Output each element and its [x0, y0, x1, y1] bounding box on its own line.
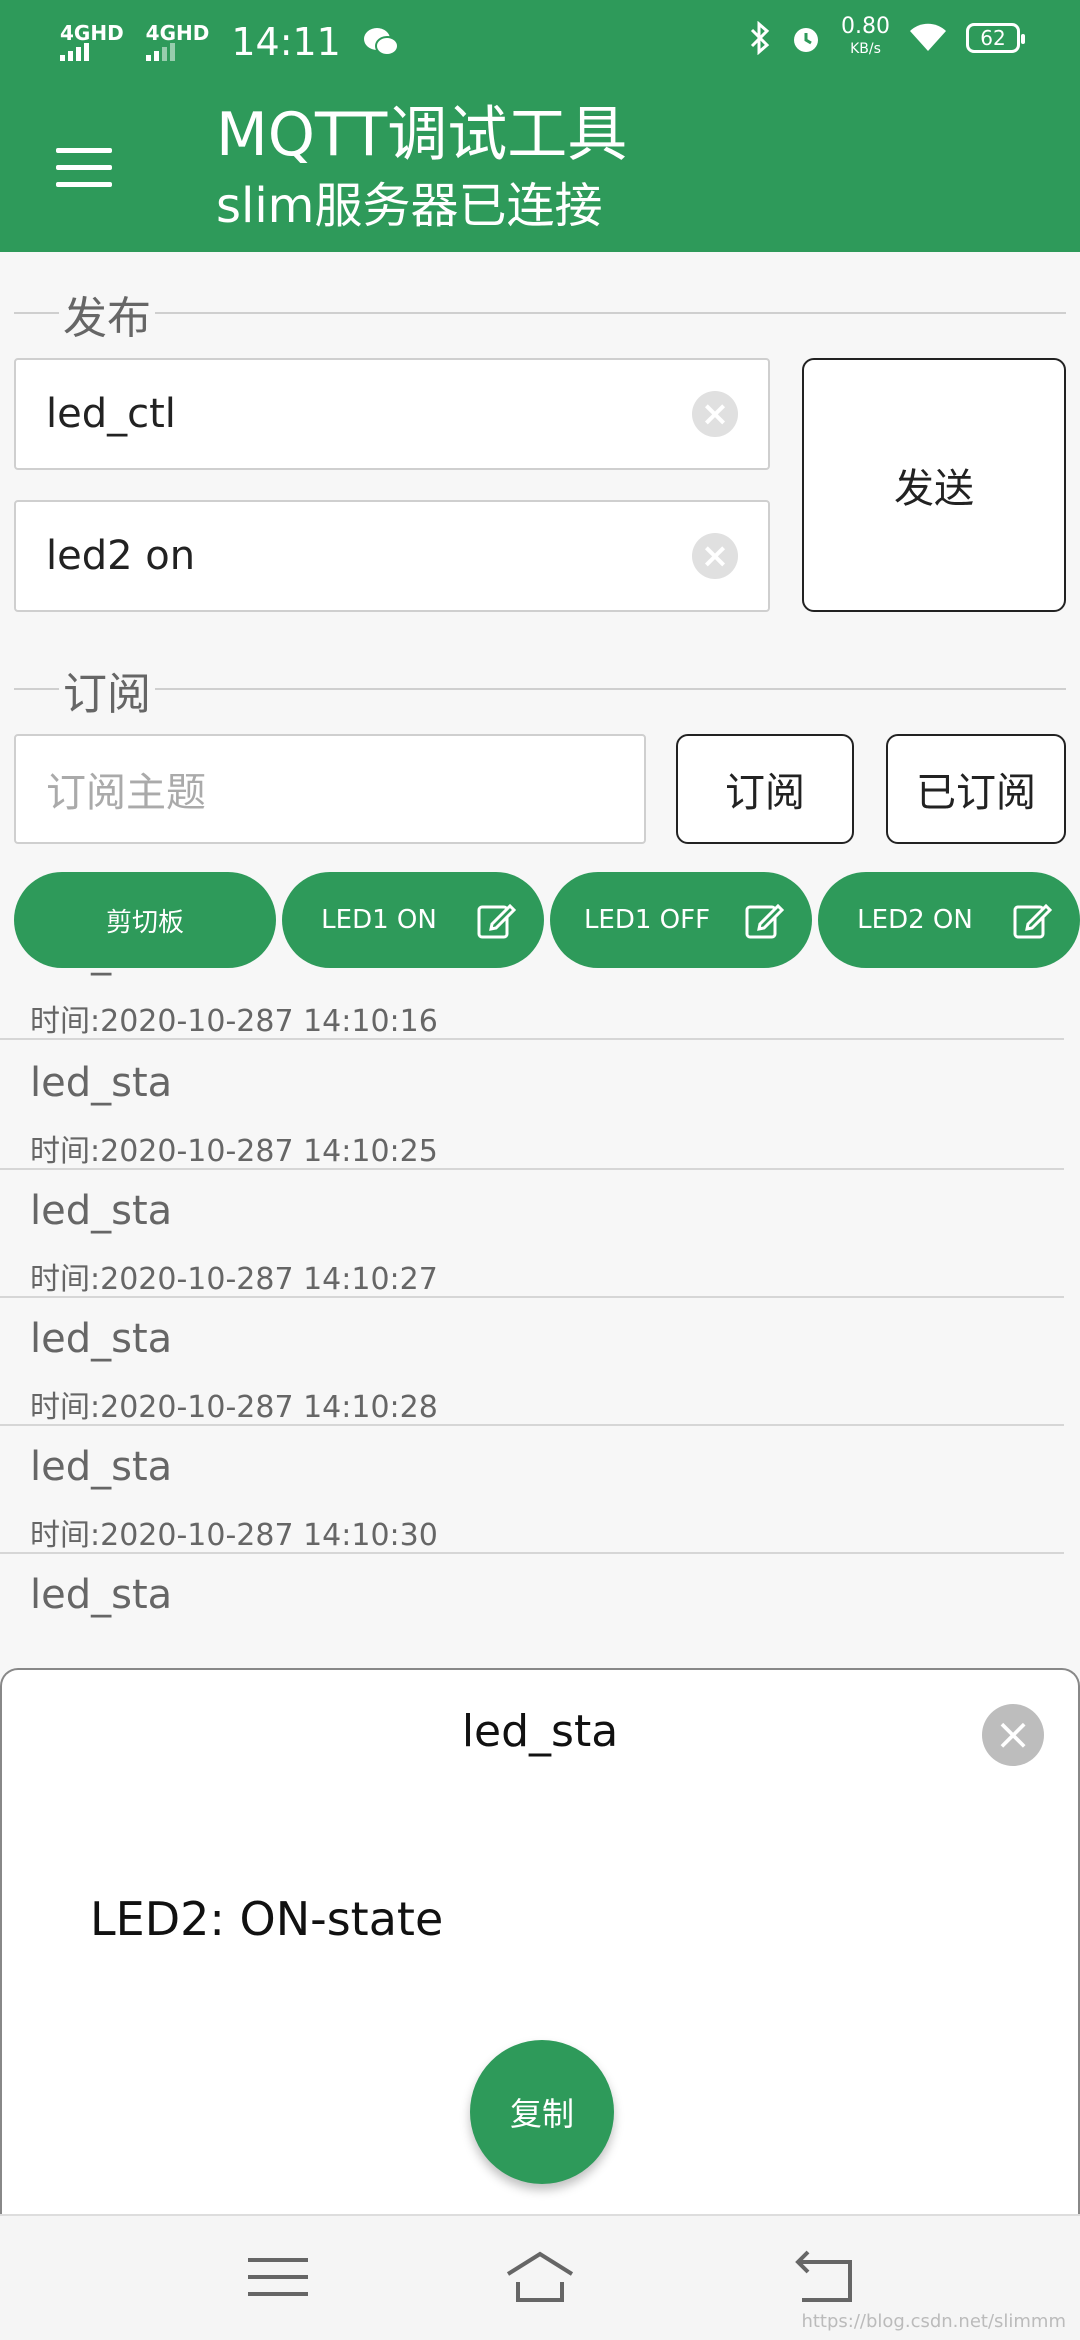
message-topic: led_sta — [30, 1316, 173, 1362]
wifi-icon — [910, 23, 946, 51]
battery-icon: 62 — [966, 23, 1025, 53]
message-topic: led_sta — [30, 1444, 173, 1490]
publish-section-header: 发布 — [14, 282, 1066, 346]
publish-topic-value: led_ctl — [46, 391, 176, 437]
clock: 14:11 — [231, 20, 341, 64]
network-speed-value: 0.80 — [841, 14, 890, 39]
subscribe-topic-placeholder: 订阅主题 — [46, 770, 206, 816]
led1-on-chip-label: LED1 ON — [321, 905, 437, 935]
status-bar: 4GHD 4GHD 14:11 0.80 KB/s 62 — [0, 0, 1080, 84]
message-time: 时间:2020-10-287 14:10:30 — [30, 1518, 438, 1553]
menu-nav-icon[interactable] — [242, 2246, 314, 2308]
send-button-label: 发送 — [894, 466, 974, 512]
signal-bars-icon — [60, 43, 89, 61]
subscribe-section-label: 订阅 — [59, 658, 155, 722]
led1-off-chip[interactable]: LED1 OFF — [550, 872, 812, 968]
alarm-icon — [794, 28, 819, 52]
clipboard-chip[interactable]: 剪切板 — [14, 872, 276, 968]
clear-icon[interactable]: × — [692, 391, 738, 437]
clipboard-chip-label: 剪切板 — [105, 907, 184, 938]
subscribe-section-header: 订阅 — [14, 658, 1066, 722]
network-speed-unit: KB/s — [850, 41, 881, 57]
led1-off-chip-label: LED1 OFF — [583, 905, 711, 935]
edit-icon[interactable] — [476, 900, 516, 940]
list-item[interactable]: led_sta 时间:2020-10-287 14:10:16 — [0, 968, 1064, 1040]
publish-topic-input[interactable]: led_ctl × — [14, 358, 770, 470]
connection-status: slim服务器已连接 — [216, 178, 603, 234]
back-icon[interactable] — [790, 2246, 862, 2308]
wechat-icon — [363, 28, 399, 56]
app-bar: 4GHD 4GHD 14:11 0.80 KB/s 62 MQTT调试工具 sl… — [0, 0, 1080, 252]
message-time: 时间:2020-10-287 14:10:25 — [30, 1134, 438, 1169]
send-button[interactable]: 发送 — [802, 358, 1066, 612]
subscribe-topic-input[interactable]: 订阅主题 — [14, 734, 646, 844]
message-list[interactable]: led_sta 时间:2020-10-287 14:10:16 led_sta … — [0, 968, 1080, 1668]
battery-level: 62 — [980, 26, 1006, 50]
dialog-title: led_sta — [461, 1706, 619, 1757]
copy-button-label: 复制 — [509, 2095, 574, 2133]
dialog-content: LED2: ON-state — [90, 1892, 444, 1946]
led1-on-chip[interactable]: LED1 ON — [282, 872, 544, 968]
menu-icon[interactable] — [56, 148, 112, 188]
signal-indicator-1: 4GHD — [60, 23, 124, 61]
home-icon[interactable] — [504, 2246, 576, 2308]
signal-label-1: 4GHD — [60, 21, 124, 45]
system-nav-bar: https://blog.csdn.net/slimmm — [0, 2214, 1080, 2340]
message-topic: led_sta — [30, 1572, 173, 1618]
message-time: 时间:2020-10-287 14:10:28 — [30, 1390, 438, 1425]
message-detail-dialog: led_sta × LED2: ON-state 复制 — [0, 1668, 1080, 2214]
list-item[interactable]: led_sta 时间:2020-10-287 14:10:25 — [0, 1040, 1064, 1170]
list-item[interactable]: led_sta — [0, 1552, 1064, 1668]
bluetooth-icon — [750, 21, 770, 55]
copy-button[interactable]: 复制 — [470, 2040, 614, 2184]
message-topic: led_sta — [30, 1060, 173, 1106]
message-time: 时间:2020-10-287 14:10:27 — [30, 1262, 438, 1297]
close-icon[interactable]: × — [982, 1704, 1044, 1766]
led2-on-chip-label: LED2 ON — [857, 905, 973, 935]
list-item[interactable]: led_sta 时间:2020-10-287 14:10:28 — [0, 1296, 1064, 1426]
subscribed-button[interactable]: 已订阅 — [886, 734, 1066, 844]
publish-section-label: 发布 — [59, 282, 155, 346]
publish-message-input[interactable]: led2 on × — [14, 500, 770, 612]
subscribe-button-label: 订阅 — [725, 770, 805, 816]
list-item[interactable]: led_sta 时间:2020-10-287 14:10:27 — [0, 1168, 1064, 1298]
message-topic: led_sta — [30, 1188, 173, 1234]
led2-on-chip[interactable]: LED2 ON — [818, 872, 1080, 968]
signal-bars-icon — [145, 43, 175, 61]
publish-message-value: led2 on — [46, 533, 196, 579]
edit-icon[interactable] — [744, 900, 784, 940]
signal-indicator-2: 4GHD — [145, 21, 210, 61]
edit-icon[interactable] — [1012, 900, 1052, 940]
message-time: 时间:2020-10-287 14:10:16 — [30, 1004, 438, 1039]
clear-icon[interactable]: × — [692, 533, 738, 579]
watermark: https://blog.csdn.net/slimmm — [801, 2311, 1066, 2332]
subscribe-button[interactable]: 订阅 — [676, 734, 854, 844]
list-item[interactable]: led_sta 时间:2020-10-287 14:10:30 — [0, 1424, 1064, 1554]
signal-label-2: 4GHD — [145, 21, 210, 45]
message-topic: led_sta — [30, 968, 172, 976]
subscribed-button-label: 已订阅 — [916, 770, 1036, 816]
app-title: MQTT调试工具 — [216, 100, 628, 170]
network-speed: 0.80 KB/s — [841, 16, 890, 60]
